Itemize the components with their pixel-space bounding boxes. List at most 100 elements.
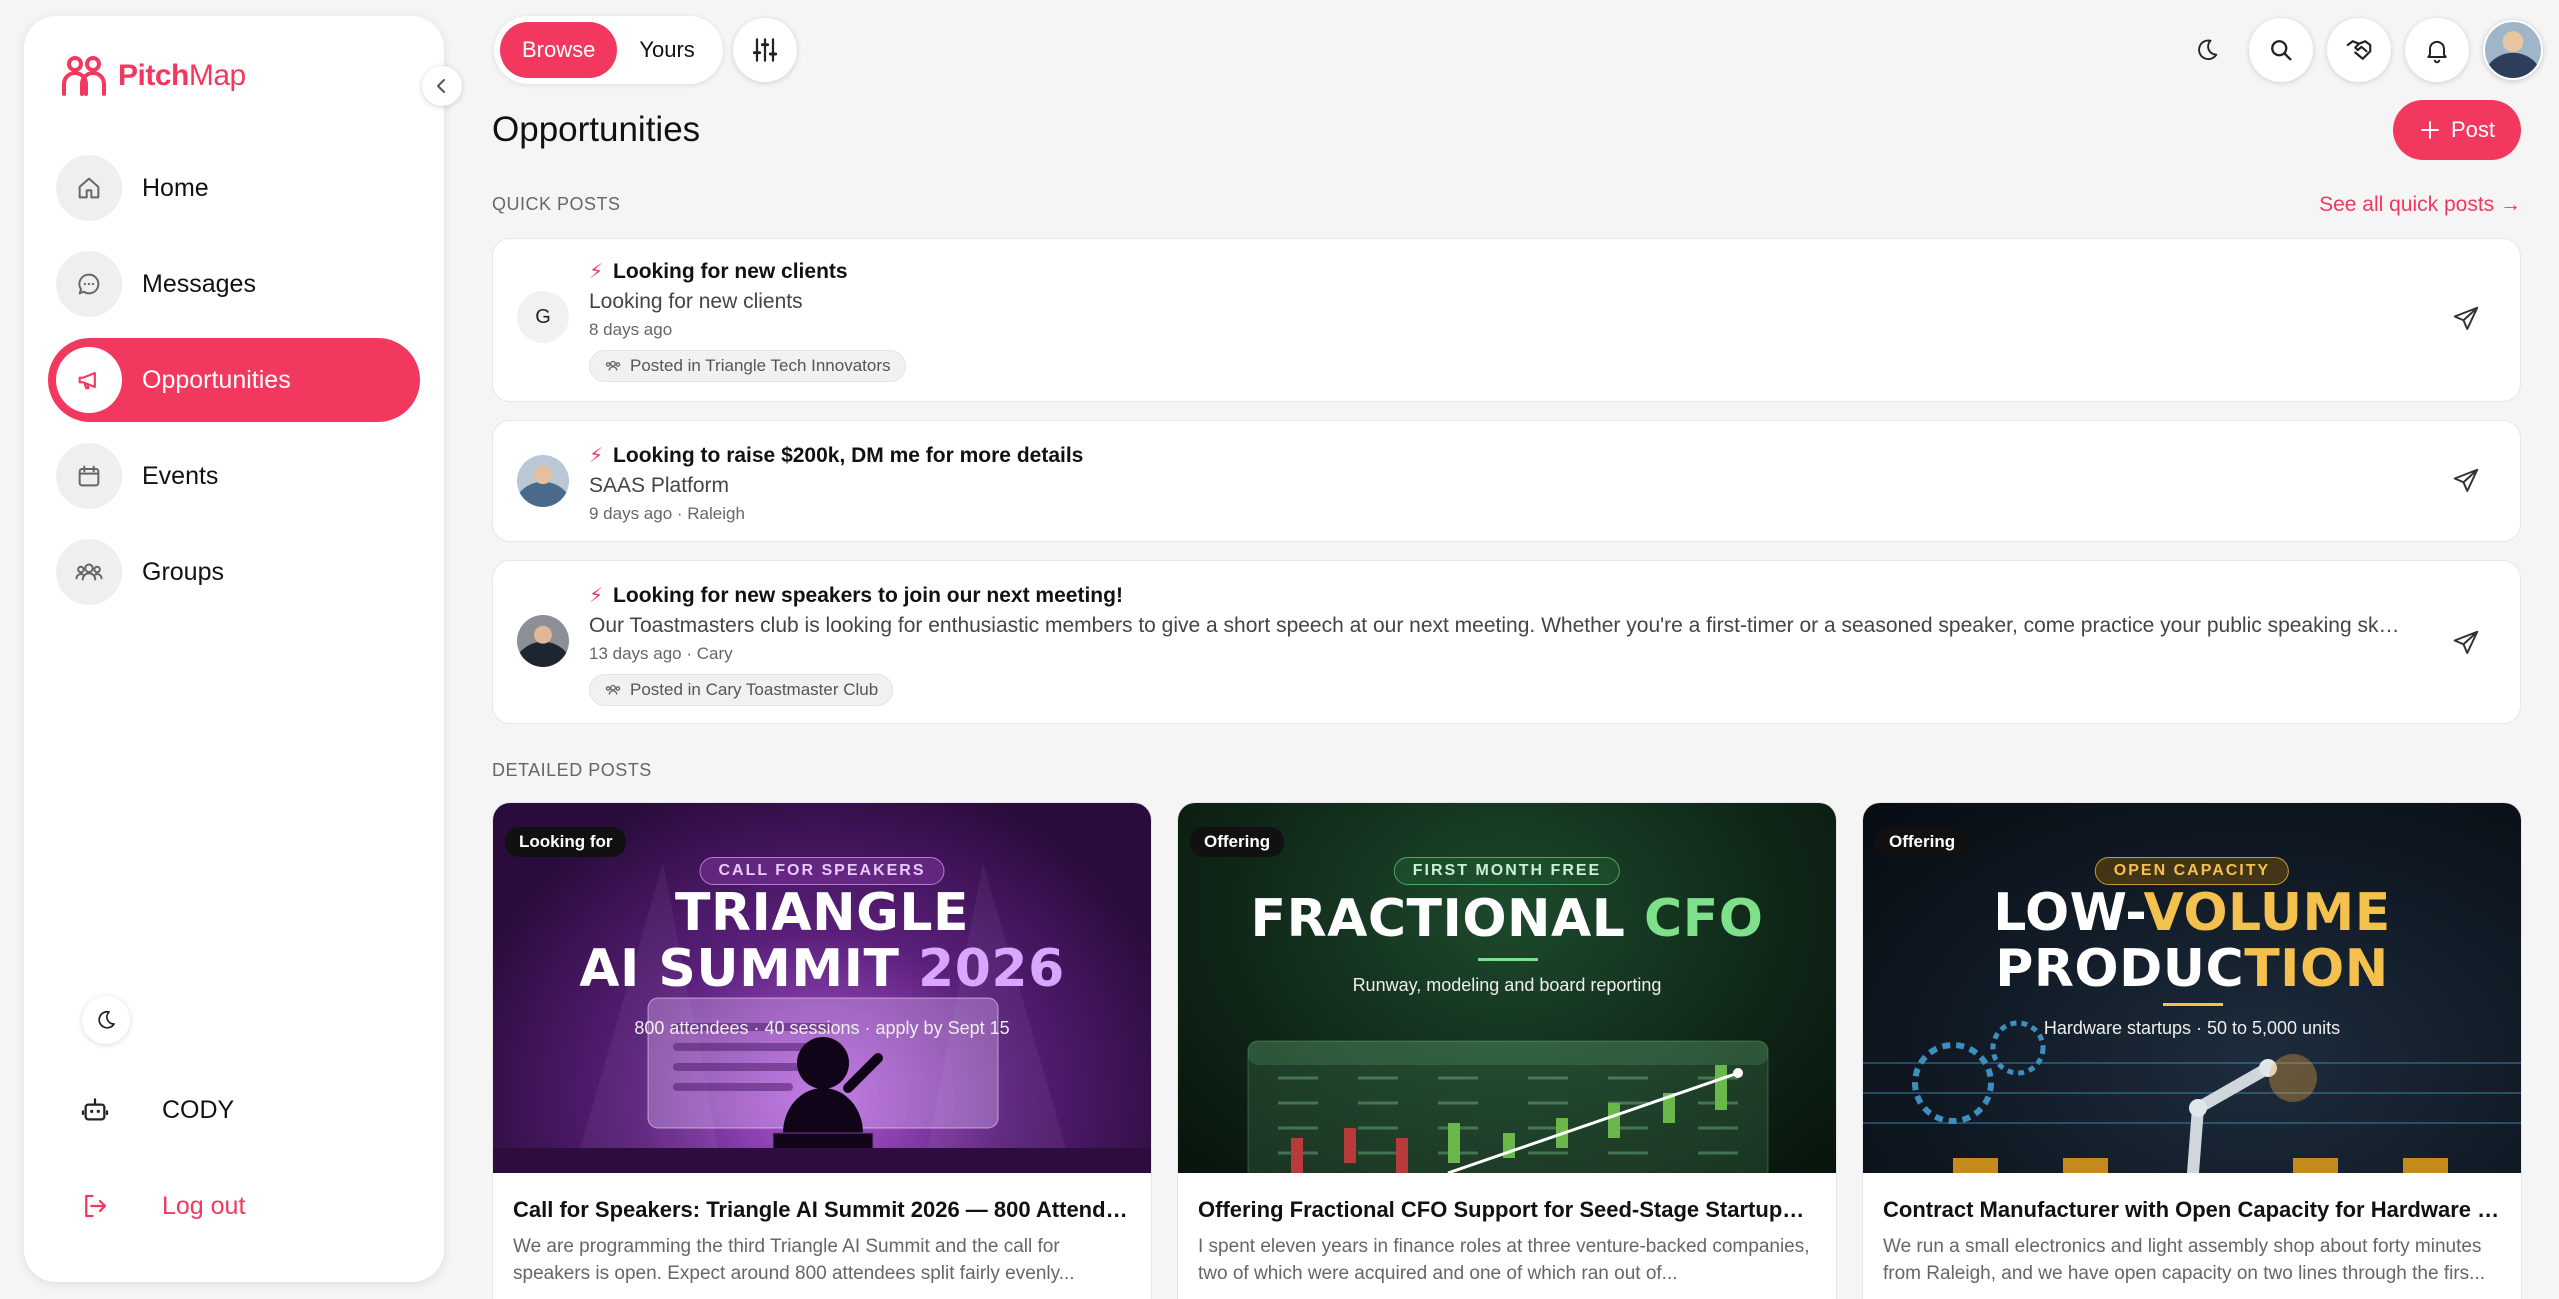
sidebar-item-label: Messages <box>142 269 256 298</box>
group-chip[interactable]: Posted in Cary Toastmaster Club <box>589 674 894 706</box>
promo-pill: CALL FOR SPEAKERS <box>699 857 945 885</box>
users-group-icon <box>605 360 621 371</box>
sidebar-item-opportunities[interactable]: Opportunities <box>48 338 420 422</box>
post-title: Call for Speakers: Triangle AI Summit 20… <box>513 1197 1131 1222</box>
avatar <box>517 615 569 667</box>
bell-icon <box>2427 40 2447 64</box>
users-group-icon <box>605 684 621 695</box>
post-title: Offering Fractional CFO Support for Seed… <box>1198 1197 1816 1222</box>
lightning-icon: ⚡ <box>589 585 604 607</box>
user-avatar[interactable] <box>2483 20 2543 80</box>
logout-label: Log out <box>162 1191 246 1220</box>
detailed-posts-label: DETAILED POSTS <box>492 760 652 780</box>
avatar: G <box>517 291 569 343</box>
lightning-icon: ⚡ <box>589 261 604 283</box>
sidebar-item-home[interactable]: Home <box>48 146 420 230</box>
quick-post-title: ⚡ Looking for new clients <box>589 259 848 284</box>
search-button[interactable] <box>2249 18 2313 82</box>
quick-post-meta: 9 days ago · Raleigh <box>589 504 745 523</box>
detailed-post-card[interactable]: Offering FIRST MONTH FREE FRACTIONAL CFO… <box>1177 802 1837 1299</box>
home-icon <box>56 155 122 221</box>
sidebar-item-groups[interactable]: Groups <box>48 530 420 614</box>
moon-icon <box>98 1010 115 1029</box>
lightning-icon: ⚡ <box>589 445 604 467</box>
detailed-post-card[interactable]: Looking for CALL FOR SPEAKERS TRIANGLE A… <box>492 802 1152 1299</box>
search-icon <box>2271 40 2292 61</box>
robot-icon <box>60 1094 130 1126</box>
brand-name: PitchMap <box>118 59 246 92</box>
post-button-label: Post <box>2450 117 2496 142</box>
sidebar-item-label: Groups <box>142 557 224 586</box>
cover-tagline: Runway, modeling and board reporting <box>1352 975 1662 995</box>
top-actions <box>2179 18 2543 82</box>
send-message-button[interactable] <box>2446 299 2486 339</box>
post-type-badge: Offering <box>1875 827 1970 857</box>
megaphone-icon <box>56 347 122 413</box>
notifications-button[interactable] <box>2405 18 2469 82</box>
send-icon <box>2453 630 2479 654</box>
sidebar-item-events[interactable]: Events <box>48 434 420 518</box>
send-icon <box>2453 468 2479 492</box>
sliders-icon <box>752 38 778 62</box>
accent-divider <box>2163 1003 2223 1006</box>
post-description: We are programming the third Triangle AI… <box>513 1236 1075 1284</box>
quick-posts-label: QUICK POSTS <box>492 194 621 214</box>
chevron-left-icon <box>437 79 445 93</box>
sidebar-bottom: CODY Log out <box>60 996 410 1272</box>
filter-button[interactable] <box>733 18 797 82</box>
cover-headline: FRACTIONAL CFO <box>1250 889 1764 949</box>
sidebar-item-messages[interactable]: Messages <box>48 242 420 326</box>
sidebar-item-label: CODY <box>162 1095 235 1124</box>
cover-tagline: 800 attendees · 40 sessions · apply by S… <box>634 1018 1010 1038</box>
send-message-button[interactable] <box>2446 623 2486 663</box>
connections-button[interactable] <box>2327 18 2391 82</box>
post-cover-image: Looking for CALL FOR SPEAKERS TRIANGLE A… <box>493 803 1151 1173</box>
browse-yours-toggle: Browse Yours <box>494 16 723 84</box>
tab-yours[interactable]: Yours <box>617 22 716 78</box>
group-chip[interactable]: Posted in Triangle Tech Innovators <box>589 350 906 382</box>
see-all-quick-posts-link[interactable]: See all quick posts → <box>2319 193 2521 217</box>
theme-toggle-button[interactable] <box>82 996 130 1044</box>
tab-browse[interactable]: Browse <box>500 22 618 78</box>
post-type-badge: Looking for <box>505 827 627 857</box>
page-title: Opportunities <box>492 110 701 149</box>
post-description: We run a small electronics and light ass… <box>1883 1236 2486 1284</box>
post-title: Contract Manufacturer with Open Capacity… <box>1883 1197 2501 1222</box>
quick-post-subtitle: SAAS Platform <box>589 474 730 497</box>
accent-divider <box>1478 958 1538 961</box>
logout-button[interactable]: Log out <box>60 1176 410 1236</box>
send-message-button[interactable] <box>2446 461 2486 501</box>
post-description: I spent eleven years in finance roles at… <box>1198 1236 1810 1284</box>
quick-post-subtitle: Looking for new clients <box>589 290 803 313</box>
quick-post-title: ⚡ Looking for new speakers to join our ne… <box>589 583 1123 608</box>
calendar-icon <box>56 443 122 509</box>
post-type-badge: Offering <box>1190 827 1285 857</box>
theme-toggle-top-button[interactable] <box>2179 18 2235 82</box>
handshake-icon <box>2346 40 2372 60</box>
quick-post-card[interactable]: ⚡ Looking for new speakers to join our ne… <box>492 560 2521 724</box>
logout-icon <box>60 1191 130 1221</box>
sidebar-nav: Home Messages Opportunities Events Group… <box>48 146 420 626</box>
chat-bubble-icon <box>56 251 122 317</box>
avatar <box>517 455 569 507</box>
quick-post-subtitle: Our Toastmasters club is looking for ent… <box>589 614 2400 637</box>
logo[interactable]: PitchMap <box>58 50 246 102</box>
quick-post-card[interactable]: G ⚡ Looking for new clients Looking for n… <box>492 238 2521 402</box>
cover-headline: LOW-VOLUME PRODUCTION <box>1993 883 2391 999</box>
sidebar-item-cody[interactable]: CODY <box>60 1080 410 1140</box>
quick-post-title: ⚡ Looking to raise $200k, DM me for more … <box>589 443 1084 468</box>
post-button[interactable]: Post <box>2393 100 2521 160</box>
quick-post-meta: 13 days ago · Cary <box>589 644 733 663</box>
send-icon <box>2453 306 2479 330</box>
quick-post-card[interactable]: ⚡ Looking to raise $200k, DM me for more … <box>492 420 2521 542</box>
quick-post-meta: 8 days ago <box>589 320 673 339</box>
promo-pill: FIRST MONTH FREE <box>1393 857 1621 885</box>
plus-icon <box>2420 121 2439 139</box>
collapse-sidebar-button[interactable] <box>422 66 462 106</box>
post-cover-image: Offering FIRST MONTH FREE FRACTIONAL CFO… <box>1178 803 1836 1173</box>
moon-icon <box>2198 39 2218 61</box>
cover-tagline: Hardware startups · 50 to 5,000 units <box>2043 1018 2341 1038</box>
detailed-post-card[interactable]: Offering OPEN CAPACITY LOW-VOLUME PRODUC… <box>1862 802 2522 1299</box>
sidebar-item-label: Opportunities <box>142 365 291 394</box>
pitchmap-logo-icon <box>62 56 106 96</box>
